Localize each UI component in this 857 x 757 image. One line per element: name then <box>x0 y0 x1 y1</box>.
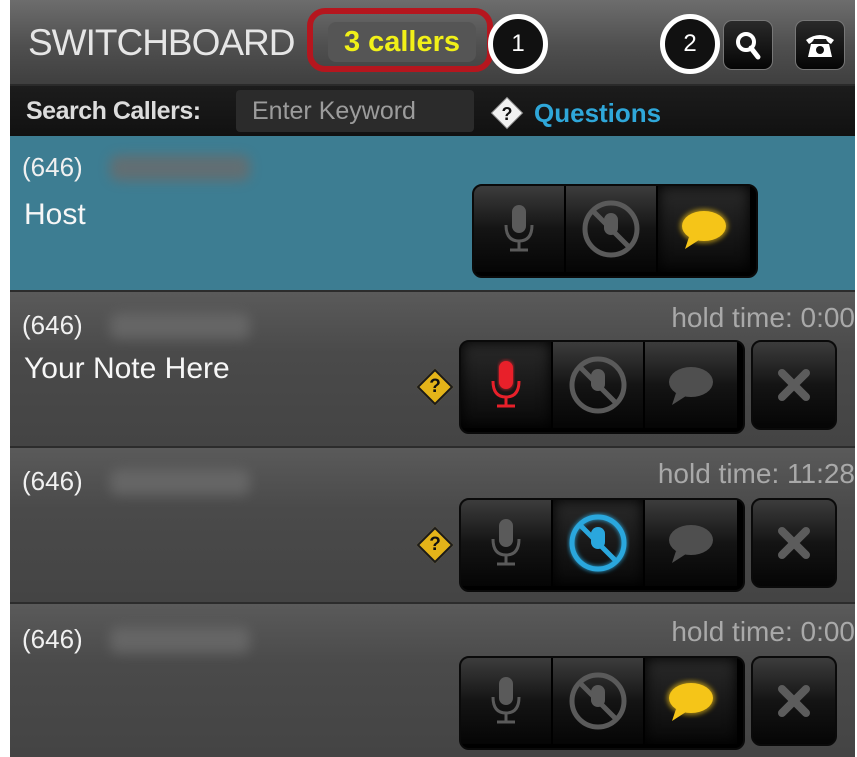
microphone-icon <box>491 677 521 724</box>
telephone-icon <box>806 35 834 57</box>
caller-phone: (646) <box>22 624 83 654</box>
remove-caller-button[interactable] <box>751 340 837 430</box>
caller-phone: (646) <box>22 466 83 496</box>
caller-controls <box>472 184 758 278</box>
question-flag-mark: ? <box>429 376 441 397</box>
chat-bubble-icon <box>680 209 728 249</box>
chat-bubble-icon <box>669 525 713 563</box>
chat-bubble-icon <box>669 367 713 405</box>
caller-row[interactable]: (646) hold time: 11:28 ? <box>10 448 855 604</box>
callers-count-badge[interactable]: 3 callers <box>328 22 476 62</box>
questions-link[interactable]: ? Questions <box>488 94 661 132</box>
mute-button[interactable] <box>553 342 645 428</box>
header-bar: SWITCHBOARD 3 callers 1 2 <box>10 0 855 86</box>
app-title: SWITCHBOARD <box>28 22 295 63</box>
muted-microphone-icon <box>569 356 627 414</box>
close-icon <box>778 527 810 559</box>
muted-microphone-icon <box>569 514 627 572</box>
hold-time: hold time: 11:28 <box>657 458 855 489</box>
mute-button[interactable] <box>553 658 645 744</box>
redacted-phone-digits <box>110 155 250 181</box>
close-icon <box>778 685 810 717</box>
questions-label: Questions <box>534 97 662 128</box>
microphone-icon <box>491 361 521 408</box>
caller-note[interactable]: Host <box>24 198 86 232</box>
phone-button[interactable] <box>795 20 845 70</box>
microphone-button[interactable] <box>461 658 553 744</box>
caller-phone: (646) <box>22 310 83 340</box>
mute-button[interactable] <box>566 186 658 272</box>
caller-controls <box>459 498 745 592</box>
redacted-phone-digits <box>110 469 250 495</box>
muted-microphone-icon <box>582 200 640 258</box>
search-button[interactable] <box>723 20 773 70</box>
mute-button[interactable] <box>553 500 645 586</box>
caller-row[interactable]: (646) hold time: 0:00 <box>10 604 855 757</box>
search-callers-label: Search Callers: <box>26 97 201 125</box>
annotation-marker-1: 1 <box>488 14 548 74</box>
microphone-icon <box>491 519 521 566</box>
switchboard-panel: SWITCHBOARD 3 callers 1 2 Search Callers… <box>10 0 855 757</box>
redacted-phone-digits <box>110 627 250 653</box>
caller-phone: (646) <box>22 152 83 182</box>
caller-controls <box>459 656 745 750</box>
chat-button[interactable] <box>645 658 737 744</box>
muted-microphone-icon <box>569 672 627 730</box>
magnifier-icon <box>736 32 761 60</box>
question-flag-mark: ? <box>429 534 441 555</box>
svg-text:?: ? <box>502 104 513 124</box>
keyword-search-input[interactable] <box>236 90 474 132</box>
caller-controls <box>459 340 745 434</box>
caller-note[interactable]: Your Note Here <box>24 352 230 386</box>
microphone-button[interactable] <box>474 186 566 272</box>
caller-row[interactable]: (646) hold time: 0:00 Your Note Here ? <box>10 292 855 448</box>
remove-caller-button[interactable] <box>751 498 837 588</box>
search-bar: Search Callers: ? Questions <box>10 86 855 136</box>
close-icon <box>778 369 810 401</box>
chat-button[interactable] <box>645 500 737 586</box>
microphone-button[interactable] <box>461 500 553 586</box>
hold-time: hold time: 0:00 <box>671 616 855 647</box>
microphone-icon <box>504 205 534 252</box>
annotation-marker-2: 2 <box>660 14 720 74</box>
microphone-button[interactable] <box>461 342 553 428</box>
chat-bubble-icon <box>667 681 715 721</box>
remove-caller-button[interactable] <box>751 656 837 746</box>
caller-row-host[interactable]: (646) Host <box>10 136 855 292</box>
hold-time: hold time: 0:00 <box>671 302 855 333</box>
chat-button[interactable] <box>658 186 750 272</box>
question-diamond-icon: ? <box>490 96 524 130</box>
chat-button[interactable] <box>645 342 737 428</box>
redacted-phone-digits <box>110 313 250 339</box>
